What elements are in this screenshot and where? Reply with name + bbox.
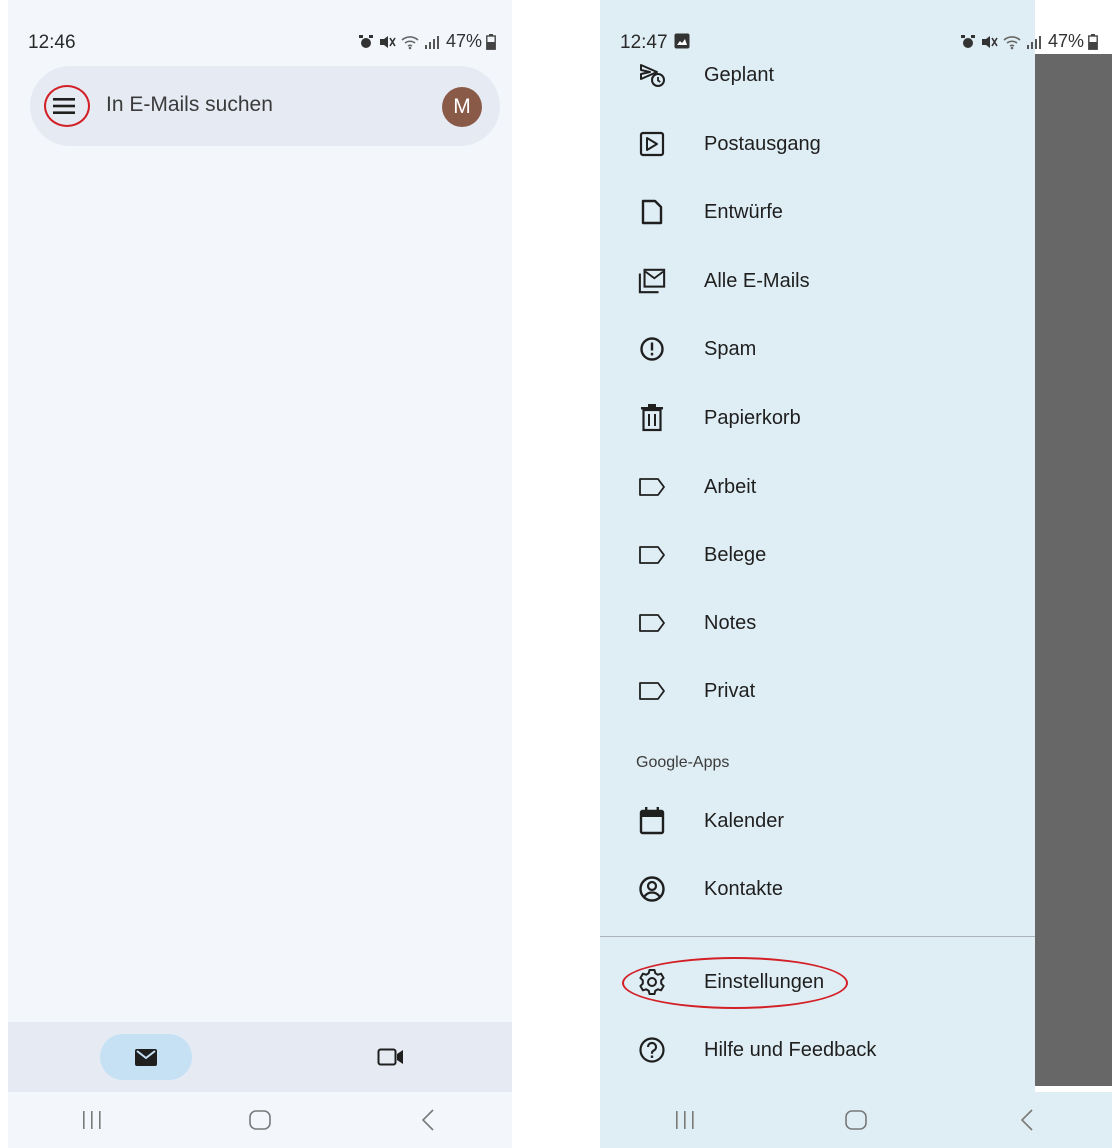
system-navigation-bar (600, 1092, 1112, 1148)
drawer-item-label: Spam (704, 337, 757, 360)
drawer-item-privat[interactable]: Privat (600, 657, 1035, 725)
nav-meet-tab[interactable] (368, 1034, 414, 1080)
drawer-item-label: Papierkorb (704, 406, 801, 429)
drawer-item-label: Belege (704, 543, 767, 566)
recents-icon (83, 1111, 101, 1129)
battery-icon (1088, 33, 1098, 50)
draft-icon (638, 198, 666, 226)
drawer-item-einstellungen[interactable]: Einstellungen (600, 948, 1035, 1016)
drawer-item-papierkorb[interactable]: Papierkorb (600, 384, 1035, 452)
home-icon (845, 1110, 867, 1130)
back-icon (421, 1109, 434, 1131)
system-navigation-bar (8, 1092, 512, 1148)
signal-icon (424, 35, 439, 49)
drawer-item-label: Alle E-Mails (704, 269, 810, 292)
home-button[interactable] (826, 1100, 886, 1140)
mail-icon (135, 1048, 157, 1066)
trash-icon (638, 404, 666, 432)
scheduled-send-icon (638, 61, 666, 89)
avatar-letter: M (453, 95, 471, 118)
search-input[interactable]: In E-Mails suchen (106, 93, 273, 117)
all-mail-icon (638, 267, 666, 295)
recents-button[interactable] (62, 1100, 122, 1140)
status-bar: 12:46 47% (8, 0, 512, 54)
calendar-icon (638, 807, 666, 835)
drawer-item-label: Einstellungen (704, 970, 825, 993)
drawer-item-alle-e-mails[interactable]: Alle E-Mails (600, 247, 1035, 315)
mute-icon (379, 35, 396, 48)
recents-icon (676, 1111, 694, 1129)
label-icon (638, 541, 666, 569)
drawer-item-geplant[interactable]: Geplant (600, 41, 1035, 109)
drawer-item-notes[interactable]: Notes (600, 589, 1035, 657)
drawer-item-hilfe-und-feedback[interactable]: Hilfe und Feedback (600, 1016, 1035, 1084)
drawer-item-label: Arbeit (704, 475, 757, 498)
label-icon (638, 677, 666, 705)
navigation-drawer-screen: 12:47 47% Geplant Postausgang Entwürfe A… (600, 0, 1112, 1148)
settings-icon (638, 968, 666, 996)
label-icon (638, 473, 666, 501)
video-icon (377, 1048, 403, 1066)
wifi-icon (401, 35, 419, 49)
drawer-item-label: Entwürfe (704, 200, 783, 223)
google-apps-heading: Google-Apps (636, 754, 730, 771)
alarm-icon (358, 34, 373, 48)
battery-icon (486, 33, 496, 50)
status-icons: 47% (358, 31, 496, 52)
drawer-item-label: Geplant (704, 63, 775, 86)
hamburger-menu-button[interactable] (44, 86, 84, 126)
drawer-item-label: Kontakte (704, 877, 783, 900)
drawer-item-entwuerfe[interactable]: Entwürfe (600, 178, 1035, 246)
drawer-item-arbeit[interactable]: Arbeit (600, 453, 1035, 521)
drawer-item-spam[interactable]: Spam (600, 315, 1035, 383)
inbox-content (8, 160, 512, 1022)
battery-percent: 47% (445, 31, 482, 51)
back-icon (1020, 1109, 1033, 1131)
spam-icon (638, 335, 666, 363)
drawer-item-label: Hilfe und Feedback (704, 1038, 877, 1061)
contacts-icon (638, 875, 666, 903)
menu-icon (53, 98, 75, 114)
drawer-divider (600, 936, 1035, 937)
drawer-item-kalender[interactable]: Kalender (600, 787, 1035, 855)
navigation-drawer: Geplant Postausgang Entwürfe Alle E-Mail… (600, 54, 1035, 1092)
status-time: 12:46 (28, 32, 76, 53)
drawer-item-belege[interactable]: Belege (600, 521, 1035, 589)
inbox-screen: 12:46 47% In E-Mails suchen M (8, 0, 512, 1148)
home-button[interactable] (230, 1100, 290, 1140)
back-button[interactable] (997, 1100, 1057, 1140)
drawer-scrim[interactable] (1035, 54, 1112, 1086)
label-icon (638, 609, 666, 637)
recents-button[interactable] (655, 1100, 715, 1140)
home-icon (249, 1110, 271, 1130)
drawer-item-label: Kalender (704, 809, 785, 832)
drawer-item-kontakte[interactable]: Kontakte (600, 855, 1035, 923)
back-button[interactable] (398, 1100, 458, 1140)
bottom-navigation (8, 1022, 512, 1092)
nav-mail-tab[interactable] (100, 1034, 192, 1080)
outbox-icon (638, 130, 666, 158)
account-avatar[interactable]: M (442, 87, 482, 127)
battery-percent: 47% (1048, 31, 1085, 51)
drawer-item-postausgang[interactable]: Postausgang (600, 110, 1035, 178)
drawer-item-label: Notes (704, 611, 757, 634)
drawer-item-label: Privat (704, 679, 756, 702)
search-bar[interactable]: In E-Mails suchen M (30, 66, 500, 146)
help-icon (638, 1036, 666, 1064)
drawer-item-label: Postausgang (704, 132, 821, 155)
